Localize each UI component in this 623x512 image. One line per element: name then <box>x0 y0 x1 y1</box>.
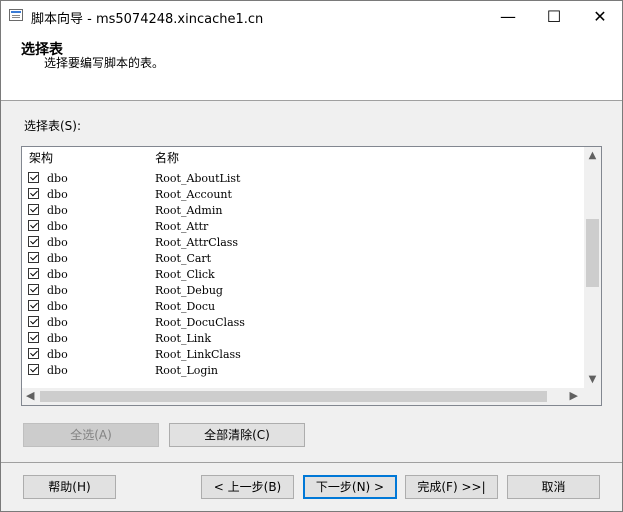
app-icon <box>9 9 23 21</box>
name-cell: Root_Login <box>155 364 219 377</box>
row-checkbox[interactable] <box>28 172 39 183</box>
row-checkbox[interactable] <box>28 188 39 199</box>
table-row[interactable]: dbo Root_Link <box>22 331 584 347</box>
footer-divider <box>1 462 622 463</box>
previous-button[interactable]: < 上一步(B) <box>201 475 294 499</box>
script-wizard-window: 脚本向导 - ms5074248.xincache1.cn — ☐ ✕ 选择表 … <box>0 0 623 512</box>
table-rows: dbo Root_AboutList dbo Root_Account dbo Roo… <box>22 171 584 387</box>
row-checkbox[interactable] <box>28 300 39 311</box>
name-cell: Root_LinkClass <box>155 348 241 361</box>
schema-cell: dbo <box>47 316 68 329</box>
page-subtitle: 选择要编写脚本的表。 <box>44 56 165 70</box>
schema-cell: dbo <box>47 172 68 185</box>
row-checkbox[interactable] <box>28 220 39 231</box>
schema-cell: dbo <box>47 348 68 361</box>
schema-cell: dbo <box>47 252 68 265</box>
schema-cell: dbo <box>47 236 68 249</box>
wizard-header: 选择表 选择要编写脚本的表。 <box>1 31 622 101</box>
schema-cell: dbo <box>47 300 68 313</box>
clear-all-button[interactable]: 全部清除(C) <box>169 423 305 447</box>
row-checkbox[interactable] <box>28 252 39 263</box>
tables-list[interactable]: 架构 名称 dbo Root_AboutList dbo Root_Account … <box>21 146 602 406</box>
row-checkbox[interactable] <box>28 332 39 343</box>
table-row[interactable]: dbo Root_Account <box>22 187 584 203</box>
select-tables-label: 选择表(S): <box>24 119 82 133</box>
table-row[interactable]: dbo Root_Cart <box>22 251 584 267</box>
help-button[interactable]: 帮助(H) <box>23 475 116 499</box>
row-checkbox[interactable] <box>28 268 39 279</box>
row-checkbox[interactable] <box>28 364 39 375</box>
name-cell: Root_Admin <box>155 204 223 217</box>
next-button[interactable]: 下一步(N) > <box>303 475 397 499</box>
row-checkbox[interactable] <box>28 348 39 359</box>
name-cell: Root_DocuClass <box>155 316 245 329</box>
schema-cell: dbo <box>47 188 68 201</box>
table-row[interactable]: dbo Root_DocuClass <box>22 315 584 331</box>
table-row[interactable]: dbo Root_LinkClass <box>22 347 584 363</box>
vertical-scrollbar[interactable]: ▲ ▼ <box>584 147 601 388</box>
table-row[interactable]: dbo Root_Debug <box>22 283 584 299</box>
title-bar: 脚本向导 - ms5074248.xincache1.cn — ☐ ✕ <box>1 1 622 31</box>
table-row[interactable]: dbo Root_AboutList <box>22 171 584 187</box>
table-row[interactable]: dbo Root_AttrClass <box>22 235 584 251</box>
schema-cell: dbo <box>47 204 68 217</box>
row-checkbox[interactable] <box>28 284 39 295</box>
scroll-left-icon[interactable]: ◀ <box>26 389 34 402</box>
table-row[interactable]: dbo Root_Admin <box>22 203 584 219</box>
vertical-scroll-thumb[interactable] <box>586 219 599 287</box>
name-cell: Root_Debug <box>155 284 223 297</box>
minimize-button[interactable]: — <box>485 1 531 31</box>
close-button[interactable]: ✕ <box>577 1 622 31</box>
row-checkbox[interactable] <box>28 316 39 327</box>
row-checkbox[interactable] <box>28 236 39 247</box>
name-cell: Root_Docu <box>155 300 216 313</box>
table-row[interactable]: dbo Root_Click <box>22 267 584 283</box>
maximize-button[interactable]: ☐ <box>531 1 577 31</box>
table-row[interactable]: dbo Root_Docu <box>22 299 584 315</box>
name-cell: Root_Account <box>155 188 232 201</box>
name-cell: Root_Click <box>155 268 215 281</box>
scroll-down-icon[interactable]: ▼ <box>584 374 601 385</box>
column-header-schema[interactable]: 架构 <box>22 147 155 169</box>
name-cell: Root_AboutList <box>155 172 241 185</box>
window-title: 脚本向导 - ms5074248.xincache1.cn <box>31 12 264 27</box>
schema-cell: dbo <box>47 332 68 345</box>
table-row[interactable]: dbo Root_Attr <box>22 219 584 235</box>
name-cell: Root_Link <box>155 332 212 345</box>
select-all-button[interactable]: 全选(A) <box>23 423 159 447</box>
schema-cell: dbo <box>47 284 68 297</box>
name-cell: Root_Cart <box>155 252 212 265</box>
name-cell: Root_Attr <box>155 220 209 233</box>
row-checkbox[interactable] <box>28 204 39 215</box>
table-row[interactable]: dbo Root_Login <box>22 363 584 379</box>
scroll-up-icon[interactable]: ▲ <box>584 150 601 161</box>
schema-cell: dbo <box>47 364 68 377</box>
column-header-name[interactable]: 名称 <box>149 147 585 169</box>
name-cell: Root_AttrClass <box>155 236 239 249</box>
schema-cell: dbo <box>47 268 68 281</box>
finish-button[interactable]: 完成(F) >>| <box>405 475 498 499</box>
scroll-right-icon[interactable]: ▶ <box>570 389 578 402</box>
horizontal-scroll-thumb[interactable] <box>40 391 547 402</box>
schema-cell: dbo <box>47 220 68 233</box>
horizontal-scrollbar[interactable]: ◀ ▶ <box>22 388 584 405</box>
cancel-button[interactable]: 取消 <box>507 475 600 499</box>
scrollbar-corner <box>584 388 601 405</box>
